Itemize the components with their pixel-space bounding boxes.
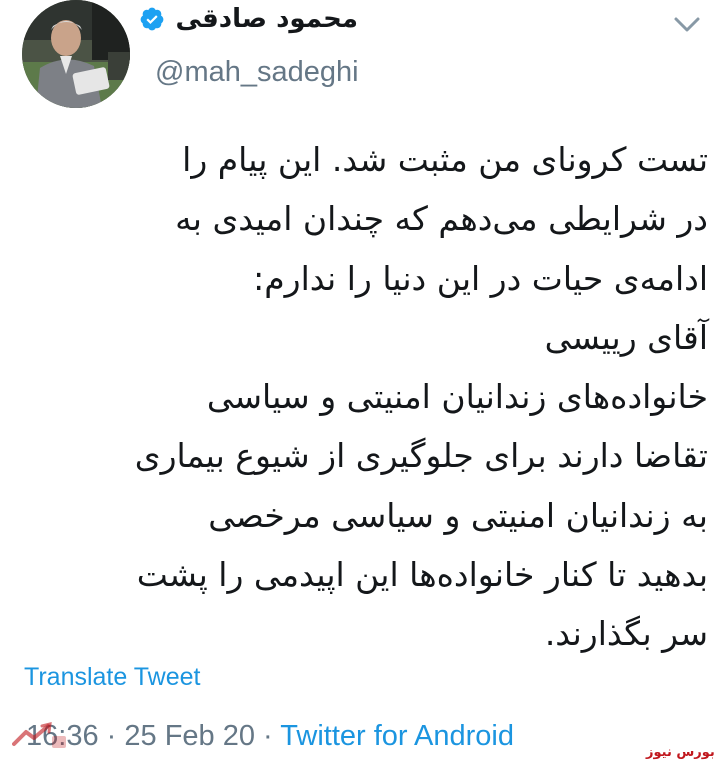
tweet-card: محمود صادقی @mah_sadeghi تست کرونای من م… bbox=[0, 0, 720, 767]
tweet-text-line: ادامه‌ی حیات در این دنیا را ندارم: bbox=[253, 258, 708, 298]
avatar[interactable] bbox=[22, 0, 130, 108]
author-name-row: محمود صادقی bbox=[139, 4, 358, 34]
tweet-text-line: به زندانیان امنیتی و سیاسی مرخصی bbox=[208, 495, 708, 535]
meta-separator: · bbox=[106, 720, 117, 752]
tweet-date[interactable]: 25 Feb 20 bbox=[124, 720, 255, 752]
watermark-logo bbox=[12, 722, 66, 748]
tweet-metadata: 16:36 · 25 Feb 20 · Twitter for Android bbox=[26, 720, 514, 753]
verified-badge-icon bbox=[141, 7, 164, 31]
tweet-text-line: آقای رییسی bbox=[544, 317, 708, 357]
tweet-text: تست کرونای من مثبت شد. این پیام را در شر… bbox=[8, 130, 708, 664]
author-display-name[interactable]: محمود صادقی bbox=[175, 4, 358, 34]
translate-tweet-link[interactable]: Translate Tweet bbox=[24, 663, 200, 692]
tweet-text-line: خانواده‌های زندانیان امنیتی و سیاسی bbox=[206, 377, 708, 417]
tweet-text-line: تقاضا دارند برای جلوگیری از شیوع بیماری bbox=[134, 436, 708, 476]
tweet-text-line: سر بگذارند. bbox=[544, 614, 708, 654]
tweet-text-line: در شرایطی می‌دهم که چندان امیدی به bbox=[175, 199, 708, 239]
tweet-source-link[interactable]: Twitter for Android bbox=[280, 720, 514, 752]
tweet-text-line: بدهید تا کنار خانواده‌ها این اپیدمی را پ… bbox=[136, 555, 708, 595]
chevron-down-icon[interactable] bbox=[672, 14, 702, 36]
meta-separator: · bbox=[263, 720, 273, 752]
author-handle[interactable]: @mah_sadeghi bbox=[155, 56, 359, 89]
tweet-text-line: تست کرونای من مثبت شد. این پیام را bbox=[182, 140, 708, 179]
avatar-photo bbox=[22, 0, 130, 108]
watermark-text: بورس نیوز bbox=[646, 745, 715, 760]
